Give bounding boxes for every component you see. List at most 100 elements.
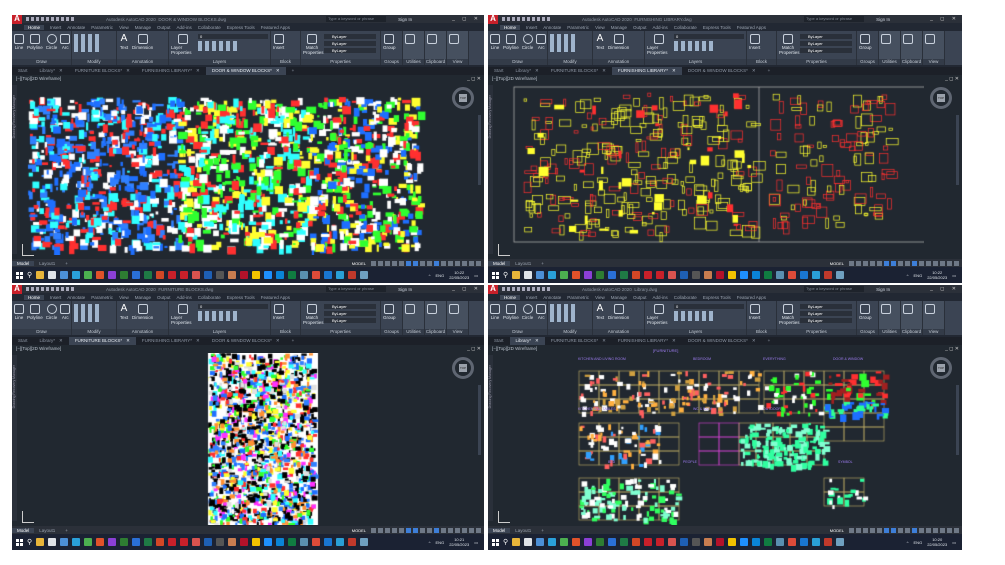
ribbon-tab-collaborate[interactable]: Collaborate (674, 295, 697, 300)
close-tab-icon[interactable]: ✕ (59, 68, 63, 73)
quick-access-toolbar[interactable] (26, 287, 76, 291)
status-toggle-icon[interactable] (371, 260, 376, 266)
taskbar-app-icon[interactable] (108, 271, 117, 279)
ribbon-tab-home[interactable]: Home (24, 294, 45, 300)
status-toggle-icon[interactable] (919, 260, 924, 266)
ribbon-tab-output[interactable]: Output (157, 25, 171, 30)
taskbar-app-icon[interactable] (192, 538, 201, 546)
group-label[interactable]: Block (271, 59, 300, 65)
tab-model[interactable]: Model (12, 527, 35, 533)
arc-tool[interactable]: Arc (60, 34, 71, 50)
viewcube-top-face[interactable]: TOP (937, 364, 945, 372)
ribbon-tab-insert[interactable]: Insert (526, 295, 537, 300)
linetype-dropdown[interactable]: ByLayer (324, 41, 376, 46)
taskbar-app-icon[interactable] (36, 271, 45, 279)
search-icon[interactable]: ⚲ (503, 271, 508, 279)
status-toggle-icon[interactable] (378, 260, 383, 266)
polyline-tool[interactable]: Polyline (503, 304, 519, 320)
ribbon-tab-home[interactable]: Home (500, 24, 521, 30)
taskbar-app-icon[interactable] (60, 271, 69, 279)
match-properties-tool[interactable]: Match Properties (303, 34, 324, 55)
ribbon-tab-parametric[interactable]: Parametric (567, 25, 589, 30)
search-input[interactable]: Type a keyword or phrase (804, 16, 865, 22)
status-toggle-icon[interactable] (434, 260, 439, 266)
group-label[interactable]: Utilities (403, 329, 424, 335)
text-tool[interactable]: A Text (595, 304, 605, 321)
layer-properties-tool[interactable]: Layer Properties (647, 34, 671, 55)
file-tab[interactable]: FURNISHING LIBRARY* ✕ (611, 67, 682, 75)
text-tool[interactable]: A Text (119, 304, 129, 321)
taskbar-app-icon[interactable] (168, 538, 177, 546)
taskbar-app-icon[interactable] (548, 271, 557, 279)
side-palette[interactable]: Drawing Recovery Manager (488, 85, 493, 254)
group-label[interactable]: Groups (381, 59, 402, 65)
status-toggle-icon[interactable] (849, 260, 854, 266)
ribbon-tab-home[interactable]: Home (500, 294, 521, 300)
close-tab-icon[interactable]: ✕ (59, 338, 63, 343)
close-tab-icon[interactable]: ✕ (535, 338, 539, 343)
add-layout-button[interactable]: + (60, 528, 73, 533)
taskbar-app-icon[interactable] (180, 271, 189, 279)
status-toggle-icon[interactable] (898, 527, 903, 533)
tab-model[interactable]: Model (488, 527, 511, 533)
status-toggle-icon[interactable] (863, 527, 868, 533)
circle-tool[interactable]: Circle (46, 304, 57, 320)
status-toggle-icon[interactable] (469, 260, 474, 266)
taskbar-app-icon[interactable] (800, 538, 809, 546)
status-toggle-icon[interactable] (469, 527, 474, 533)
ribbon-tab-express-tools[interactable]: Express Tools (227, 295, 255, 300)
group-label[interactable]: Clipboard (901, 329, 922, 335)
layer-dropdown[interactable]: 0 (198, 304, 268, 309)
status-toggle-icon[interactable] (863, 260, 868, 266)
clipboard-group[interactable]: Clipboard (425, 301, 447, 335)
group-label[interactable]: Draw (12, 329, 71, 335)
line-tool[interactable]: Line (490, 34, 500, 50)
taskbar-app-icon[interactable] (120, 538, 129, 546)
color-dropdown[interactable]: ByLayer (800, 304, 852, 309)
search-icon[interactable]: ⚲ (27, 271, 32, 279)
text-tool[interactable]: A Text (595, 34, 605, 51)
group-label[interactable]: Layers (169, 59, 270, 65)
taskbar-app-icon[interactable] (536, 538, 545, 546)
tab-model[interactable]: Model (12, 260, 35, 266)
utilities-group[interactable]: Utilities (879, 301, 901, 335)
taskbar-app-icon[interactable] (668, 271, 677, 279)
taskbar-app-icon[interactable] (276, 538, 285, 546)
group-label[interactable]: Modify (72, 59, 116, 65)
match-properties-tool[interactable]: Match Properties (779, 34, 800, 55)
viewport-controls-label[interactable]: [−][Top][2D Wireframe] (16, 76, 61, 81)
autocad-logo-icon[interactable]: A (12, 285, 22, 294)
new-tab-button[interactable]: + (762, 337, 777, 345)
taskbar-app-icon[interactable] (144, 271, 153, 279)
layer-properties-tool[interactable]: Layer Properties (171, 304, 195, 325)
tab-layout1[interactable]: Layout1 (510, 261, 536, 266)
taskbar-app-icon[interactable] (216, 271, 225, 279)
group-label[interactable]: Properties (301, 329, 380, 335)
group-label[interactable]: Groups (381, 329, 402, 335)
status-toggle-icon[interactable] (905, 260, 910, 266)
clipboard-group[interactable]: Clipboard (901, 31, 923, 65)
ribbon-tab-annotate[interactable]: Annotate (67, 25, 85, 30)
viewcube-top-face[interactable]: TOP (459, 94, 467, 102)
group-label[interactable]: Modify (72, 329, 116, 335)
taskbar-app-icon[interactable] (776, 271, 785, 279)
search-icon[interactable]: ⚲ (27, 538, 32, 546)
window-controls[interactable]: _ ◻ ✕ (930, 16, 959, 22)
match-properties-tool[interactable]: Match Properties (779, 304, 800, 325)
taskbar-app-icon[interactable] (288, 538, 297, 546)
model-space-toggle[interactable]: MODEL (830, 261, 844, 266)
circle-tool[interactable]: Circle (522, 34, 533, 50)
text-tool[interactable]: A Text (119, 34, 129, 51)
status-toggle-icon[interactable] (385, 260, 390, 266)
taskbar-app-icon[interactable] (560, 271, 569, 279)
taskbar-app-icon[interactable] (620, 538, 629, 546)
modify-tools-icon[interactable] (74, 34, 100, 52)
taskbar-app-icon[interactable] (644, 271, 653, 279)
ribbon-tab-annotate[interactable]: Annotate (543, 25, 561, 30)
line-tool[interactable]: Line (490, 304, 500, 320)
file-tab[interactable]: Start (488, 337, 510, 345)
taskbar-app-icon[interactable] (324, 271, 333, 279)
group-label[interactable]: Clipboard (425, 59, 446, 65)
viewcube[interactable]: TOP (452, 87, 474, 109)
status-toggle-icon[interactable] (399, 260, 404, 266)
